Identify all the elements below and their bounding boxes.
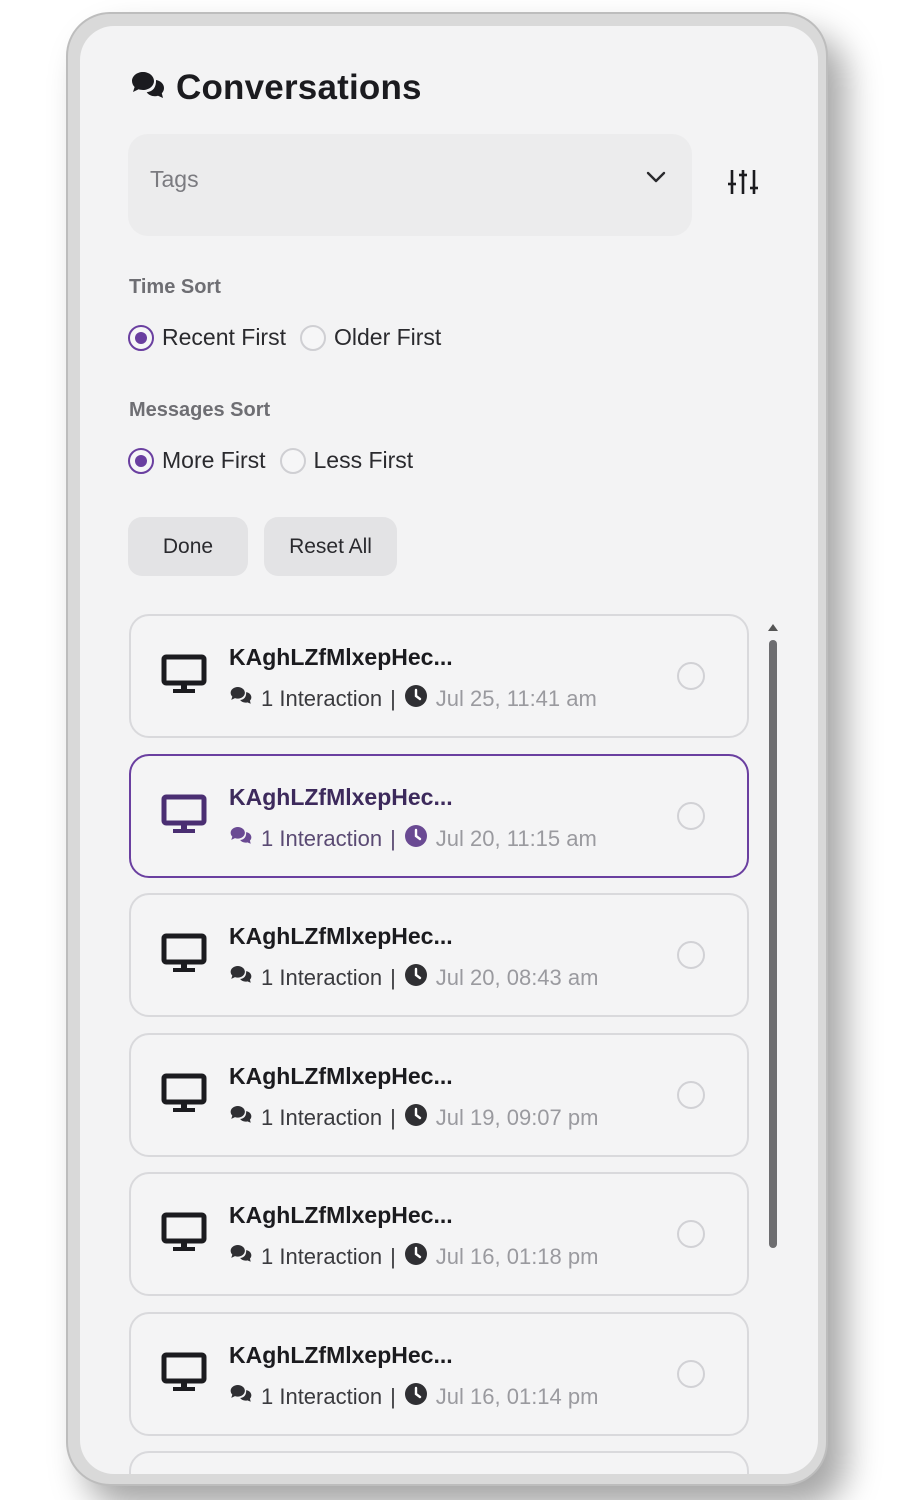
radio-label: More First (162, 447, 266, 473)
select-checkbox[interactable] (677, 1220, 705, 1248)
conversation-meta: 1 Interaction | Jul 20, 11:15 am (229, 824, 597, 854)
clock-icon (404, 684, 428, 714)
conversation-card[interactable]: KAghLZfMlxepHec... 1 Interaction | Jul 20, … (129, 893, 749, 1017)
conversation-card[interactable]: KAghLZfMlxepHec... 1 Interaction | Jul 25, … (129, 614, 749, 738)
select-checkbox[interactable] (677, 1081, 705, 1109)
conversation-card[interactable]: KAghLZfMlxepHec... 1 Interaction | Jul 16, … (129, 1172, 749, 1296)
tags-select[interactable]: Tags (128, 134, 692, 236)
chat-bubbles-icon (229, 1383, 253, 1411)
radio-label: Older First (333, 324, 442, 350)
radio-more-first[interactable]: More First (128, 447, 266, 474)
radio-less-first[interactable]: Less First (279, 447, 414, 474)
meta-separator: | (390, 1244, 396, 1269)
monitor-icon (161, 1352, 207, 1399)
interaction-count: 1 Interaction (261, 1384, 383, 1409)
interaction-count: 1 Interaction (261, 1244, 383, 1269)
conversation-list[interactable]: KAghLZfMlxepHec... 1 Interaction | Jul 25, … (128, 614, 752, 1474)
monitor-icon (161, 1073, 207, 1120)
conversation-meta: 1 Interaction | Jul 16, 01:14 pm (229, 1382, 598, 1412)
select-checkbox[interactable] (677, 1360, 705, 1388)
radio-indicator (128, 447, 154, 474)
conversation-meta: 1 Interaction | Jul 25, 11:41 am (229, 684, 597, 714)
meta-separator: | (390, 1105, 396, 1130)
radio-label: Less First (313, 447, 414, 473)
monitor-icon (161, 654, 207, 701)
chat-bubbles-icon (229, 825, 253, 853)
interaction-count: 1 Interaction (261, 1105, 383, 1130)
monitor-icon (161, 1212, 207, 1259)
page-title: Conversations (176, 68, 422, 107)
radio-indicator (128, 324, 154, 351)
meta-separator: | (390, 826, 396, 851)
radio-indicator (279, 447, 306, 474)
tags-placeholder: Tags (150, 166, 199, 192)
chevron-down-icon (646, 170, 666, 189)
monitor-icon (161, 794, 207, 841)
messages-sort-options: More First Less First (128, 447, 427, 474)
time-sort-options: Recent First Older First (128, 324, 455, 351)
scrollbar-thumb[interactable] (769, 640, 777, 1248)
chat-bubbles-icon (130, 69, 166, 108)
chat-bubbles-icon (229, 964, 253, 992)
conversation-name: KAghLZfMlxepHec... (229, 784, 453, 810)
conversation-date: Jul 20, 08:43 am (435, 965, 599, 990)
select-checkbox[interactable] (677, 941, 705, 969)
radio-indicator (299, 324, 326, 351)
clock-icon (404, 1103, 428, 1133)
interaction-count: 1 Interaction (261, 686, 383, 711)
conversation-date: Jul 19, 09:07 pm (435, 1105, 599, 1130)
conversation-card[interactable]: KAghLZfMlxepHec... 1 Interaction | Jul 19, … (129, 1033, 749, 1157)
conversation-date: Jul 20, 11:15 am (435, 826, 597, 851)
messages-sort-label: Messages Sort (129, 399, 271, 421)
radio-older-first[interactable]: Older First (299, 324, 442, 351)
time-sort-label: Time Sort (129, 276, 221, 298)
conversation-date: Jul 16, 01:14 pm (435, 1384, 599, 1409)
reset-all-button[interactable]: Reset All (264, 517, 397, 576)
interaction-count: 1 Interaction (261, 826, 383, 851)
conversation-card[interactable]: KAghLZfMlxepHec... 1 Interaction | Jul 16, … (129, 1312, 749, 1436)
select-checkbox[interactable] (677, 662, 705, 690)
conversations-panel: Conversations Tags Time Sort Recent Firs… (80, 26, 818, 1474)
sliders-icon (728, 170, 758, 194)
radio-label: Recent First (162, 324, 286, 350)
conversation-card[interactable] (129, 1451, 749, 1474)
select-checkbox[interactable] (677, 802, 705, 830)
panel-header: Conversations (130, 68, 422, 108)
conversation-card[interactable]: KAghLZfMlxepHec... 1 Interaction | Jul 20, … (129, 754, 749, 878)
radio-recent-first[interactable]: Recent First (128, 324, 286, 351)
scroll-up-arrow[interactable] (768, 624, 778, 631)
conversation-name: KAghLZfMlxepHec... (229, 923, 453, 949)
clock-icon (404, 1382, 428, 1412)
done-button[interactable]: Done (128, 517, 248, 576)
conversation-meta: 1 Interaction | Jul 19, 09:07 pm (229, 1103, 598, 1133)
conversation-name: KAghLZfMlxepHec... (229, 1342, 453, 1368)
clock-icon (404, 824, 428, 854)
conversation-name: KAghLZfMlxepHec... (229, 1063, 453, 1089)
chat-bubbles-icon (229, 685, 253, 713)
clock-icon (404, 963, 428, 993)
conversation-meta: 1 Interaction | Jul 16, 01:18 pm (229, 1242, 598, 1272)
conversation-date: Jul 25, 11:41 am (435, 686, 597, 711)
conversation-date: Jul 16, 01:18 pm (435, 1244, 599, 1269)
conversation-name: KAghLZfMlxepHec... (229, 644, 453, 670)
filter-settings-button[interactable] (726, 166, 760, 200)
clock-icon (404, 1242, 428, 1272)
meta-separator: | (390, 1384, 396, 1409)
chat-bubbles-icon (229, 1243, 253, 1271)
monitor-icon (161, 933, 207, 980)
chat-bubbles-icon (229, 1104, 253, 1132)
interaction-count: 1 Interaction (261, 965, 383, 990)
meta-separator: | (390, 686, 396, 711)
meta-separator: | (390, 965, 396, 990)
conversation-name: KAghLZfMlxepHec... (229, 1202, 453, 1228)
conversation-meta: 1 Interaction | Jul 20, 08:43 am (229, 963, 598, 993)
